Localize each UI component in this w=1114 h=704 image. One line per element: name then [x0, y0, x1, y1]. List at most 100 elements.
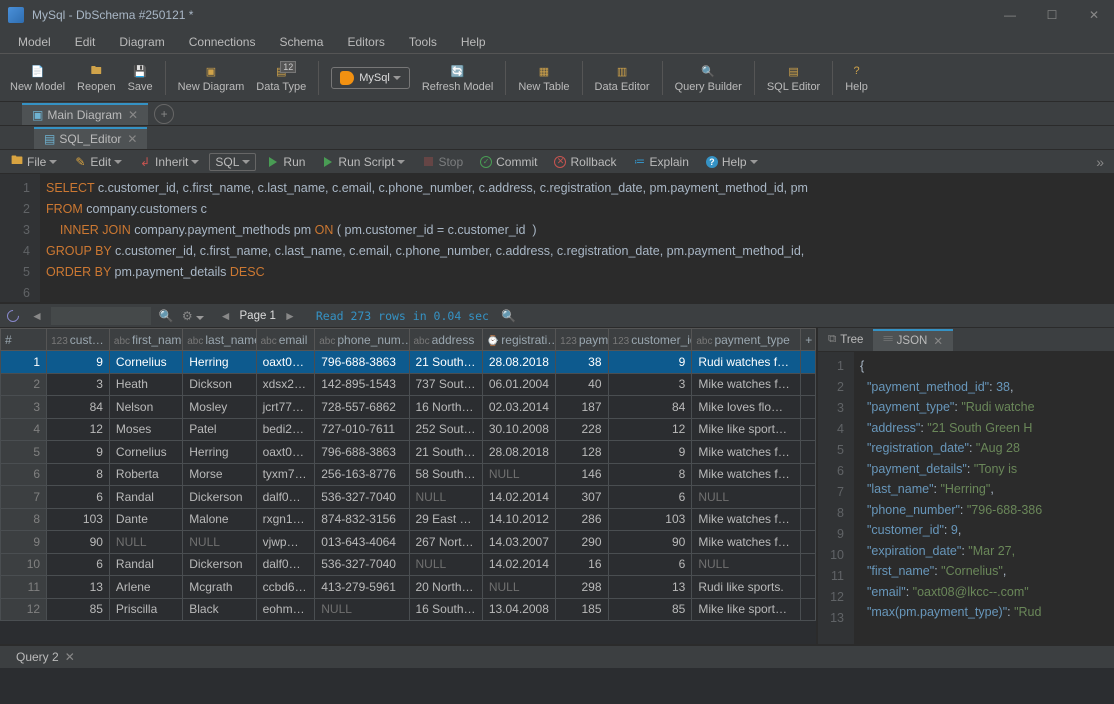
cell[interactable]: 06.01.2004	[482, 373, 555, 396]
cell[interactable]: 16 North…	[409, 396, 482, 419]
cell[interactable]: NULL	[692, 553, 801, 576]
cell[interactable]: 9	[47, 441, 110, 464]
cell[interactable]: bedi26…	[256, 418, 315, 441]
cell[interactable]: Heath	[109, 373, 182, 396]
cell[interactable]: 142-895-1543	[315, 373, 409, 396]
toolbtn-save[interactable]: 💾Save	[122, 60, 159, 95]
cell[interactable]: 29 East G…	[409, 508, 482, 531]
cell[interactable]: 185	[556, 598, 608, 621]
zoom-icon[interactable]: 🔍	[501, 309, 516, 323]
cell[interactable]: ccbd6…	[256, 576, 315, 599]
cell[interactable]: oaxt08…	[256, 441, 315, 464]
menu-help[interactable]: Help	[451, 33, 496, 51]
cell[interactable]: 737 Sout…	[409, 373, 482, 396]
cell[interactable]: Rudi watches f…	[692, 351, 801, 374]
cell[interactable]: dalf0@…	[256, 553, 315, 576]
maximize-button[interactable]: ☐	[1040, 8, 1064, 22]
commit-button[interactable]: ✓Commit	[473, 153, 543, 171]
cell[interactable]: 103	[608, 508, 692, 531]
search-input[interactable]	[51, 307, 151, 325]
menu-model[interactable]: Model	[8, 33, 61, 51]
toolbtn-reopen[interactable]: 🖿Reopen	[71, 60, 122, 95]
cell[interactable]: Mike like sport…	[692, 418, 801, 441]
cell[interactable]: Morse	[183, 463, 256, 486]
cell[interactable]: 84	[47, 396, 110, 419]
cell[interactable]: Mike like sport…	[692, 598, 801, 621]
cell[interactable]: dalf0@…	[256, 486, 315, 509]
cell[interactable]: 90	[608, 531, 692, 554]
sql-editor[interactable]: 123456 SELECT c.customer_id, c.first_nam…	[0, 174, 1114, 302]
cell[interactable]: 9	[608, 351, 692, 374]
cell[interactable]: Mcgrath	[183, 576, 256, 599]
cell[interactable]: 286	[556, 508, 608, 531]
cell[interactable]: 12	[608, 418, 692, 441]
cell[interactable]: Cornelius	[109, 441, 182, 464]
sql-dropdown[interactable]: SQL	[209, 153, 256, 171]
cell[interactable]: 8	[608, 463, 692, 486]
cell[interactable]: 6	[47, 553, 110, 576]
toolbtn-new-diagram[interactable]: ▣New Diagram	[172, 60, 251, 95]
cell[interactable]: 84	[608, 396, 692, 419]
cell[interactable]: Mosley	[183, 396, 256, 419]
cell[interactable]: NULL	[315, 598, 409, 621]
cell[interactable]: 28.08.2018	[482, 441, 555, 464]
cell[interactable]: Roberta	[109, 463, 182, 486]
cell[interactable]: 6	[608, 486, 692, 509]
cell[interactable]: Moses	[109, 418, 182, 441]
cell[interactable]: 12	[47, 418, 110, 441]
menu-schema[interactable]: Schema	[269, 33, 333, 51]
cell[interactable]: Herring	[183, 351, 256, 374]
col-header[interactable]: abcphone_num…	[315, 329, 409, 351]
cell[interactable]: 28.08.2018	[482, 351, 555, 374]
col-header[interactable]: 123paym…	[556, 329, 608, 351]
cell[interactable]: 413-279-5961	[315, 576, 409, 599]
cell[interactable]: 13	[608, 576, 692, 599]
cell[interactable]: NULL	[409, 553, 482, 576]
cell[interactable]: 9	[608, 441, 692, 464]
cell[interactable]: NULL	[692, 486, 801, 509]
cell[interactable]: 128	[556, 441, 608, 464]
col-header[interactable]: abcfirst_name	[109, 329, 182, 351]
cell[interactable]: 9	[47, 351, 110, 374]
page-prev-icon[interactable]: ◄	[220, 309, 232, 323]
col-header[interactable]: abcpayment_type	[692, 329, 801, 351]
add-tab-button[interactable]: +	[154, 104, 174, 124]
col-header[interactable]: 123customer_id	[608, 329, 692, 351]
row-number[interactable]: 1	[1, 351, 47, 374]
cell[interactable]: Mike watches f…	[692, 508, 801, 531]
gear-icon[interactable]: ⚙	[182, 309, 204, 323]
json-code[interactable]: { "payment_method_id": 38, "payment_type…	[854, 352, 1042, 644]
help-menu[interactable]: ?Help	[699, 153, 764, 171]
cell[interactable]: 252 Sout…	[409, 418, 482, 441]
tab-sql-editor[interactable]: ▤ SQL_Editor ✕	[34, 127, 147, 149]
toolbtn-new-table[interactable]: ▦New Table	[512, 60, 575, 95]
cell[interactable]: 6	[47, 486, 110, 509]
cell[interactable]: 103	[47, 508, 110, 531]
row-number[interactable]: 11	[1, 576, 47, 599]
tab-query[interactable]: Query 2 ✕	[6, 647, 85, 667]
run-script-button[interactable]: Run Script	[315, 153, 411, 171]
cell[interactable]: 85	[47, 598, 110, 621]
cell[interactable]: 290	[556, 531, 608, 554]
toolbtn-query-builder[interactable]: 🔍Query Builder	[669, 60, 748, 95]
cell[interactable]: 8	[47, 463, 110, 486]
row-number[interactable]: 2	[1, 373, 47, 396]
explain-button[interactable]: ≔Explain	[627, 153, 695, 171]
db-chip[interactable]: MySql	[331, 67, 410, 89]
file-menu[interactable]: 🖿File	[4, 153, 63, 171]
cell[interactable]: Dickson	[183, 373, 256, 396]
cell[interactable]: oaxt08…	[256, 351, 315, 374]
col-header[interactable]: abcaddress	[409, 329, 482, 351]
cell[interactable]: 536-327-7040	[315, 553, 409, 576]
cell[interactable]: NULL	[482, 576, 555, 599]
cell[interactable]: Randal	[109, 553, 182, 576]
cell[interactable]: Randal	[109, 486, 182, 509]
cell[interactable]: 146	[556, 463, 608, 486]
col-add-button[interactable]: +	[801, 329, 816, 351]
cell[interactable]: rxgn16…	[256, 508, 315, 531]
tab-tree[interactable]: ⧉Tree	[818, 330, 873, 349]
cell[interactable]: Mike watches f…	[692, 441, 801, 464]
cell[interactable]: tyxm7…	[256, 463, 315, 486]
close-tab-icon[interactable]: ✕	[128, 108, 138, 122]
cell[interactable]: NULL	[109, 531, 182, 554]
